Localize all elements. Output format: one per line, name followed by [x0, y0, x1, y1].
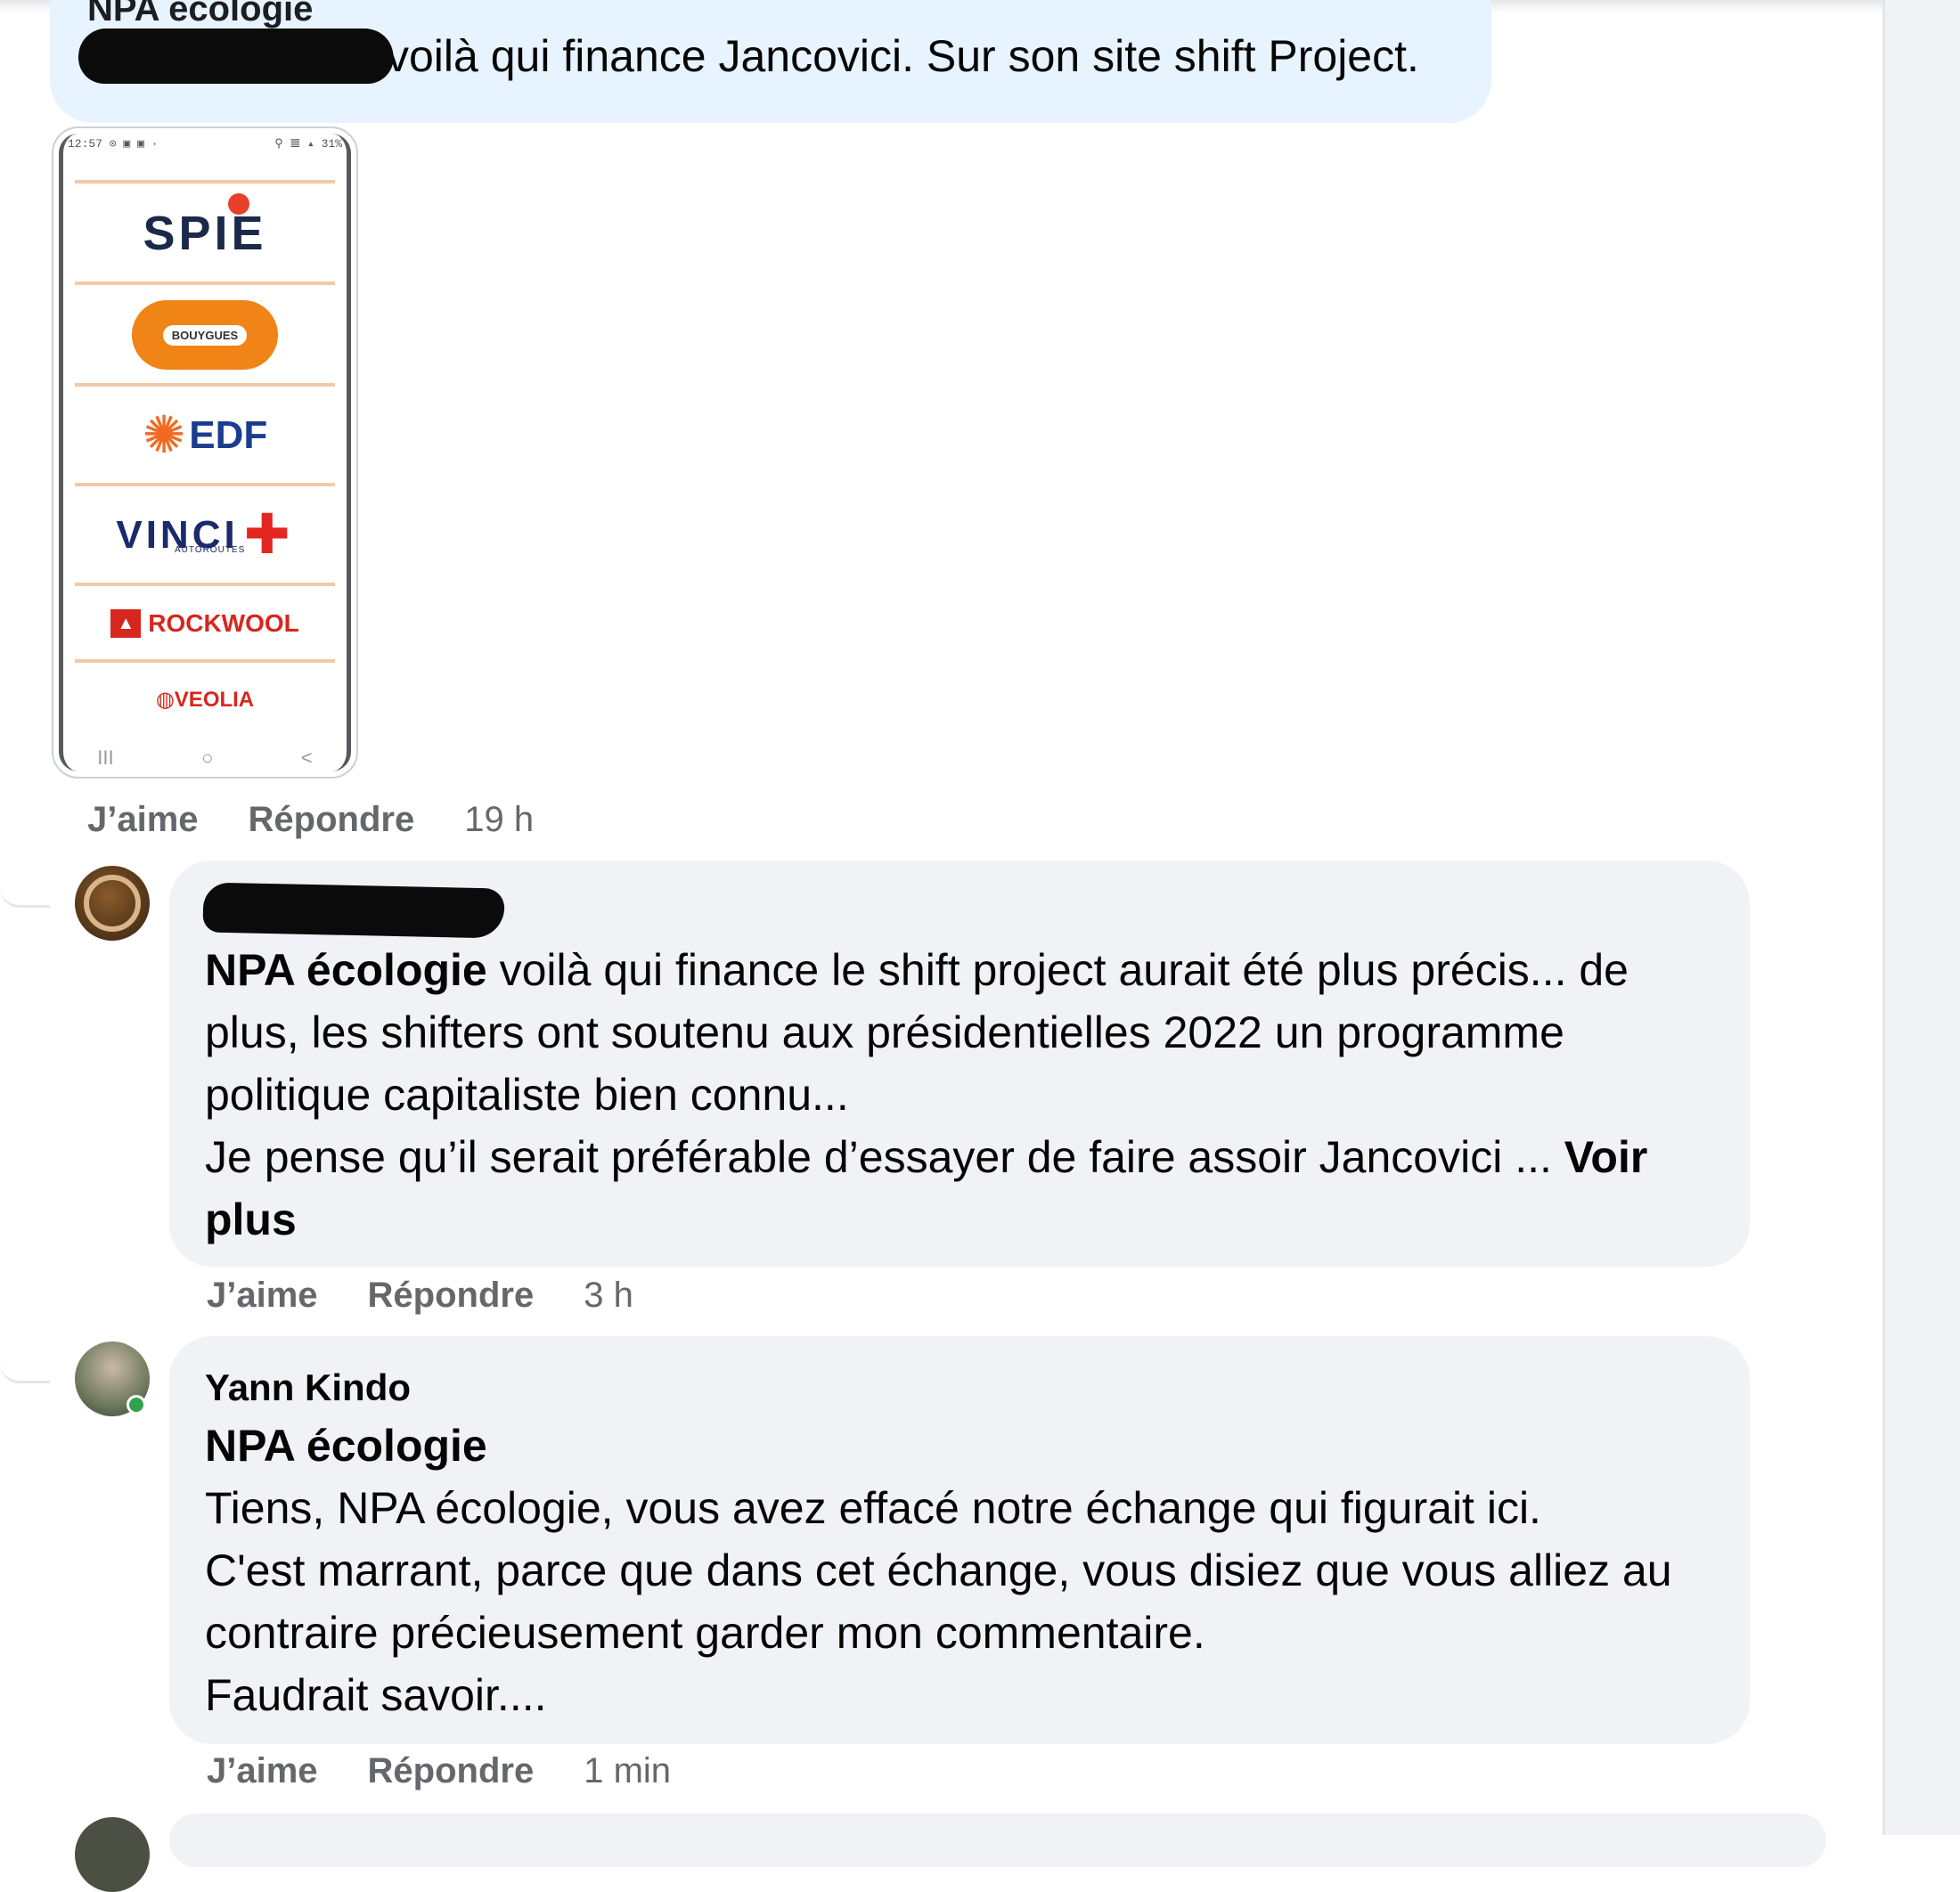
- logo-veolia: ◍VEOLIA: [75, 659, 335, 736]
- redacted-author-name: [202, 882, 505, 939]
- right-pane: [1882, 0, 1960, 1835]
- timestamp[interactable]: 1 min: [584, 1751, 671, 1791]
- reply-bubble-3: [169, 1814, 1826, 1867]
- top-comment-body: voilà qui finance Jancovici. Sur son sit…: [387, 31, 1419, 81]
- reply-1-line-1: NPA écologie voilà qui finance le shift …: [205, 945, 1629, 995]
- like-button[interactable]: J’aime: [87, 800, 199, 840]
- vinci-cross-icon: ✚: [243, 504, 294, 566]
- online-status-dot: [127, 1395, 146, 1415]
- logo-edf-text: EDF: [189, 413, 268, 457]
- reply-1-line-3: politique capitaliste bien connu...: [205, 1070, 849, 1120]
- logo-vinci-sub: AUTOROUTES: [175, 545, 246, 555]
- thread-connector: [0, 877, 50, 908]
- nav-back-icon: <: [300, 746, 313, 769]
- comment-author[interactable]: Yann Kindo: [205, 1366, 411, 1409]
- reply-button[interactable]: Répondre: [368, 1276, 535, 1316]
- see-more-link-cont[interactable]: plus: [205, 1195, 297, 1244]
- avatar[interactable]: [75, 866, 150, 941]
- reply-button[interactable]: Répondre: [249, 800, 415, 840]
- phone-nav-bar: III ○ <: [53, 746, 356, 770]
- rockwool-icon: ▲: [110, 609, 142, 638]
- like-button[interactable]: J’aime: [207, 1276, 318, 1316]
- timestamp[interactable]: 19 h: [464, 800, 534, 840]
- logo-vinci: VINCI ✚ AUTOROUTES: [75, 483, 335, 584]
- top-comment-bubble: NPA écologie voilà qui finance Jancovici…: [50, 0, 1491, 123]
- reply-2-line-2: C'est marrant, parce que dans cet échang…: [205, 1545, 1672, 1595]
- reply-2-actions: J’aime Répondre 1 min: [207, 1751, 671, 1791]
- reply-2-line-1: Tiens, NPA écologie, vous avez effacé no…: [205, 1483, 1541, 1533]
- mention-link[interactable]: NPA écologie: [205, 945, 487, 995]
- top-comment-actions: J’aime Répondre 19 h: [87, 800, 534, 840]
- redacted-mention: [75, 29, 397, 84]
- reply-2-line-3: contraire précieusement garder mon comme…: [205, 1608, 1205, 1658]
- logo-rockwool-text: ROCKWOOL: [148, 609, 299, 637]
- reply-bubble-1: NPA écologie voilà qui finance le shift …: [169, 860, 1750, 1267]
- nav-home-icon: ○: [201, 746, 214, 769]
- mention-link[interactable]: NPA écologie: [205, 1421, 487, 1471]
- top-comment-author[interactable]: NPA écologie: [87, 0, 313, 29]
- reply-2-mention: NPA écologie: [205, 1415, 1714, 1477]
- phone-status-left: 12:57 ⊙ ▣ ▣ ·: [68, 137, 159, 151]
- like-button[interactable]: J’aime: [207, 1751, 318, 1791]
- reply-1-actions: J’aime Répondre 3 h: [207, 1276, 633, 1316]
- reply-1-line-2: plus, les shifters ont soutenu aux prési…: [205, 1007, 1564, 1057]
- see-more-link[interactable]: Voir: [1564, 1132, 1648, 1182]
- attached-phone-screenshot[interactable]: 12:57 ⊙ ▣ ▣ · ⚲ 𝌆 ▴ 31% SPIE BOUYGUES ✺ E…: [52, 126, 358, 779]
- logo-edf: ✺ EDF: [75, 383, 335, 485]
- reply-button[interactable]: Répondre: [368, 1751, 535, 1791]
- edf-burst-icon: ✺: [142, 406, 186, 464]
- logo-spie: SPIE: [75, 180, 335, 283]
- nav-recent-icon: III: [97, 746, 114, 769]
- thread-connector: [0, 1352, 50, 1383]
- reply-1-line-4: Je pense qu’il serait préférable d’essay…: [205, 1132, 1648, 1182]
- logo-rockwool: ▲ ROCKWOOL: [75, 583, 335, 661]
- logo-bouygues-text: BOUYGUES: [162, 324, 248, 346]
- logo-veolia-text: VEOLIA: [174, 687, 255, 712]
- logo-bouygues: BOUYGUES: [75, 281, 335, 385]
- timestamp[interactable]: 3 h: [584, 1276, 633, 1316]
- reply-2-line-4: Faudrait savoir....: [205, 1670, 547, 1720]
- top-comment-text: voilà qui finance Jancovici. Sur son sit…: [75, 29, 1419, 84]
- avatar[interactable]: [75, 1817, 150, 1892]
- reply-1-line-5: plus: [205, 1188, 1714, 1251]
- reply-bubble-2: Yann Kindo NPA écologie Tiens, NPA écolo…: [169, 1336, 1750, 1744]
- phone-status-bar: 12:57 ⊙ ▣ ▣ · ⚲ 𝌆 ▴ 31%: [68, 137, 342, 151]
- phone-status-right: ⚲ 𝌆 ▴ 31%: [274, 137, 342, 151]
- logo-spie-text: SPIE: [143, 207, 267, 260]
